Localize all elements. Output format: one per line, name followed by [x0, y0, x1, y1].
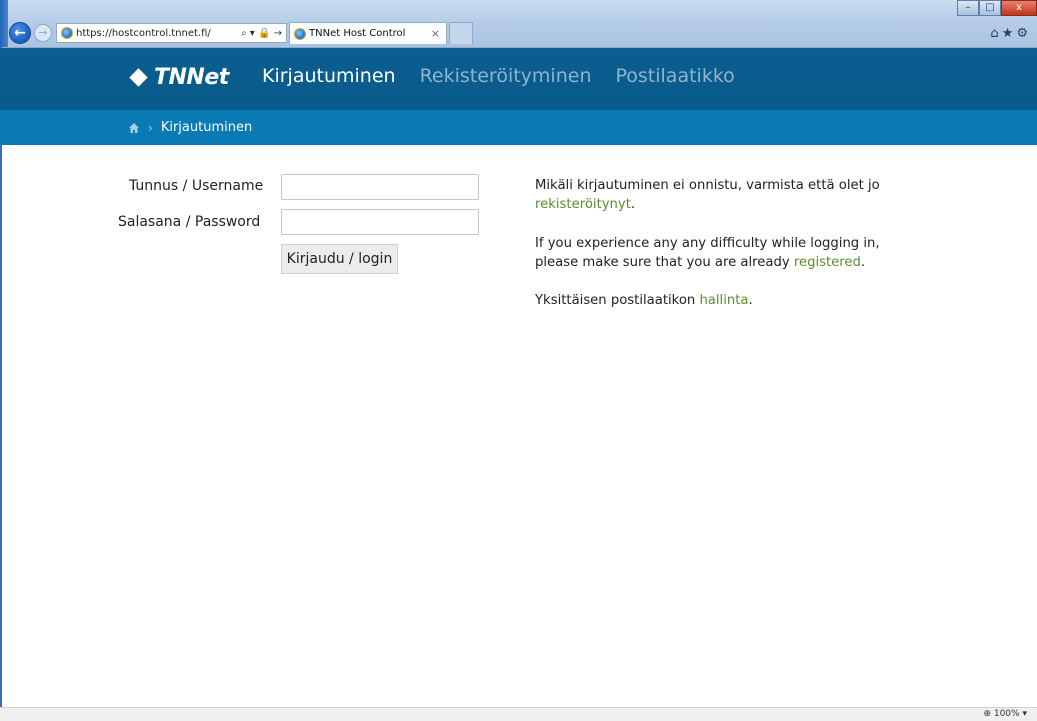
browser-tab[interactable]: TNNet Host Control × [289, 22, 447, 44]
info-period: . [860, 255, 866, 270]
info-paragraph-mailbox: Yksittäisen postilaatikon hallinta. [535, 291, 905, 310]
settings-gear-icon[interactable]: ⚙ [1016, 26, 1031, 41]
back-button[interactable]: ← [9, 22, 31, 44]
new-tab-button[interactable] [449, 22, 473, 44]
home-icon[interactable]: ⌂ [990, 26, 1001, 41]
close-window-button[interactable]: x [1001, 0, 1037, 16]
zoom-icon: ⊕ [983, 709, 991, 719]
info-text-fi: Mikäli kirjautuminen ei onnistu, varmist… [535, 178, 880, 193]
breadcrumb: › Kirjautuminen [0, 110, 1037, 145]
breadcrumb-current: Kirjautuminen [160, 120, 253, 135]
address-controls[interactable]: ⌕ ▾ 🔒 → [241, 28, 282, 39]
password-input[interactable] [281, 209, 479, 235]
window-controls: – □ x [957, 0, 1037, 16]
chevron-down-icon: ▾ [1022, 709, 1027, 719]
info-paragraph-fi: Mikäli kirjautuminen ei onnistu, varmist… [535, 176, 905, 214]
register-link-fi[interactable]: rekisteröitynyt [535, 197, 631, 212]
breadcrumb-separator-icon: › [148, 120, 153, 135]
site-header: TNNet Kirjautuminen Rekisteröityminen Po… [0, 48, 1037, 110]
password-label: Salasana / Password [118, 214, 261, 230]
browser-toolbar-icons: ⌂★⚙ [990, 26, 1031, 41]
zoom-control[interactable]: ⊕ 100% ▾ [983, 709, 1027, 719]
maximize-button[interactable]: □ [979, 0, 1001, 16]
minimize-button[interactable]: – [957, 0, 979, 16]
tnnet-logo[interactable]: TNNet [129, 61, 229, 93]
nav-item-rekisteroityminen[interactable]: Rekisteröityminen [420, 65, 592, 87]
info-period: . [748, 293, 753, 308]
home-icon[interactable] [128, 122, 140, 134]
status-bar: ⊕ 100% ▾ [0, 707, 1037, 721]
info-period: . [630, 197, 636, 212]
username-label: Tunnus / Username [129, 178, 264, 194]
main-nav: Kirjautuminen Rekisteröityminen Postilaa… [262, 65, 759, 87]
window-frame-edge [0, 0, 8, 47]
favorites-star-icon[interactable]: ★ [1002, 26, 1017, 41]
login-button[interactable]: Kirjaudu / login [281, 244, 398, 274]
url-text[interactable]: https://hostcontrol.tnnet.fi/ [76, 28, 211, 39]
logo-text: TNNet [154, 64, 229, 90]
forward-button[interactable]: → [34, 24, 52, 42]
browser-chrome: ← → https://hostcontrol.tnnet.fi/ ⌕ ▾ 🔒 … [0, 0, 1037, 48]
logo-diamond-icon [129, 67, 148, 87]
register-link-en[interactable]: registered [794, 255, 861, 270]
ie-icon [61, 27, 73, 39]
tab-title: TNNet Host Control [309, 28, 406, 39]
mailbox-management-link[interactable]: hallinta [699, 293, 748, 308]
nav-item-postilaatikko[interactable]: Postilaatikko [616, 65, 735, 87]
address-bar[interactable]: https://hostcontrol.tnnet.fi/ ⌕ ▾ 🔒 → [56, 23, 287, 43]
info-text-mailbox: Yksittäisen postilaatikon [535, 293, 696, 308]
tab-favicon-icon [294, 27, 306, 40]
tab-close-icon[interactable]: × [431, 27, 440, 40]
username-input[interactable] [281, 174, 479, 200]
info-paragraph-en: If you experience any any difficulty whi… [535, 234, 905, 272]
window-left-border [0, 47, 2, 707]
zoom-level: 100% [993, 709, 1020, 719]
nav-item-kirjautuminen[interactable]: Kirjautuminen [262, 65, 396, 87]
